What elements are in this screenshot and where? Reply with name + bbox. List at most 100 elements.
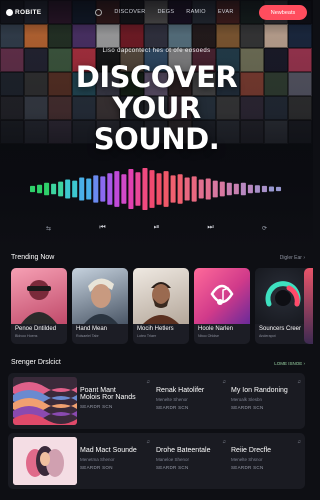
card-title: Souncers Creer (259, 326, 302, 332)
track-artist: Meroalk Slesbn (231, 397, 263, 402)
card-artist: Anderapot (259, 334, 276, 338)
track-artist: Menelte Shsnor (231, 457, 263, 462)
trending-card-partial[interactable] (304, 268, 313, 344)
trending-heading: Trending Now (11, 254, 55, 261)
waveform-bar (149, 170, 155, 208)
track-meta: SEARDR SCN (80, 404, 113, 409)
cta-button[interactable]: Newbeats (259, 5, 307, 20)
waveform-bar (156, 173, 162, 205)
card-title: Hoole Narlen (198, 326, 234, 332)
track-title: Poant Mant (80, 387, 116, 394)
nav-item-discover[interactable]: DISCOVER (114, 9, 145, 16)
track-title: Mad Mact Sounde (80, 447, 137, 454)
track-title: Reiie Drecfle (231, 447, 272, 454)
album-art (72, 268, 128, 324)
trending-card[interactable]: Mocih Hetlers Loteo Trlaer (133, 268, 189, 344)
music-note-icon: ♫ (146, 439, 150, 445)
trending-card[interactable]: Hoole Narlen Nboo Ohldse (194, 268, 250, 344)
waveform-bar (191, 176, 197, 202)
track-item[interactable]: Drohe Bateentale Maneloe Shenor SEARDR S… (156, 439, 230, 483)
waveform-bar (212, 180, 218, 198)
waveform-bar (79, 177, 85, 201)
track-item[interactable]: Renak Hatolifer Menelte Shenor SEARDR SC… (156, 379, 230, 423)
headline-line-3: SOUND. (93, 122, 220, 156)
album-art (11, 268, 67, 324)
previous-icon[interactable]: ⏮ (98, 224, 108, 232)
waveform-bar (86, 178, 92, 200)
card-title: Hand Mean (76, 326, 108, 332)
track-item[interactable]: My Ion Randoning Meroalk Slesbn SEARDR S… (231, 379, 305, 423)
logo[interactable]: ROBITE (6, 8, 42, 16)
trending-see-all-link[interactable]: Digler Ear › (280, 255, 305, 261)
waveform-bar (261, 185, 267, 193)
playlist-row[interactable]: Mad Mact Sounde Menetma Shenor SEARDR SO… (8, 433, 305, 489)
waveform-bar (254, 185, 260, 193)
track-title: Drohe Bateentale (156, 447, 211, 454)
music-note-icon: ♫ (297, 379, 301, 385)
card-artist: Loteo Trlaer (137, 334, 157, 338)
next-icon[interactable]: ⏭ (206, 224, 216, 232)
playlist-artwork (13, 437, 77, 485)
card-artist: Rolsaelel Tabr (76, 334, 99, 338)
waveform-bar (177, 174, 183, 204)
track-artist: Maneloe Shenor (156, 457, 190, 462)
card-title: Penoe Dntilded (15, 326, 57, 332)
shuffle-icon[interactable]: ⇆ (44, 225, 54, 232)
trending-card[interactable]: Souncers Creer Anderapot (255, 268, 311, 344)
waveform-bar (240, 182, 246, 196)
waveform-bar (135, 172, 141, 206)
globe-icon (95, 8, 103, 16)
waveform-bar (51, 183, 57, 195)
track-item[interactable]: Poant Mant Molois Ror Nands SEARDR SCN ♫ (80, 379, 154, 423)
track-meta: SEARDR SCN (231, 405, 264, 410)
nav-item-3[interactable]: RAMIO (186, 9, 206, 16)
track-meta: SEARDR SCN (231, 465, 264, 470)
waveform-bar (128, 169, 134, 209)
waveform-bar (184, 177, 190, 201)
waveform-bar (247, 184, 253, 194)
player-controls: ⇆ ⏮ ⏯ ⏭ ⟳ (0, 222, 313, 234)
music-note-icon: ♫ (222, 439, 226, 445)
waveform-bar (198, 179, 204, 199)
track-meta: SEARDR SON (80, 465, 113, 470)
waveform-bar (142, 168, 148, 210)
waveform-bar (100, 176, 106, 202)
logo-text: ROBITE (15, 8, 42, 16)
track-meta: SEARDR SCN (156, 405, 189, 410)
music-note-icon: ♫ (146, 379, 150, 385)
nav-item-4[interactable]: EVAR (218, 9, 234, 16)
album-art (194, 268, 250, 324)
audio-waveform (30, 168, 282, 210)
trending-card[interactable]: Hand Mean Rolsaelel Tabr (72, 268, 128, 344)
track-title: My Ion Randoning (231, 387, 288, 394)
album-art (255, 268, 311, 324)
waveform-bar (93, 175, 99, 203)
waveform-bar (233, 183, 239, 195)
waveform-bar (44, 182, 50, 196)
music-note-icon: ♫ (222, 379, 226, 385)
waveform-bar (107, 173, 113, 205)
track-meta: SEARDR SCN (156, 465, 189, 470)
track-artist: Menetma Shenor (80, 457, 115, 462)
play-pause-icon[interactable]: ⏯ (152, 224, 162, 232)
top-bar: ROBITE DISCOVER DEGS RAMIO EVAR Newbeats (0, 0, 313, 24)
waveform-bar (163, 171, 169, 207)
track-artist: Menelte Shenor (156, 397, 188, 402)
playlist-row[interactable]: Poant Mant Molois Ror Nands SEARDR SCN ♫… (8, 373, 305, 429)
album-art (133, 268, 189, 324)
waveform-bar (37, 184, 43, 194)
music-note-icon: ♫ (297, 439, 301, 445)
trending-card[interactable]: Penoe Dntilded Bldvoo Hoens (11, 268, 67, 344)
waveform-bar (226, 182, 232, 196)
playlist-see-all-link[interactable]: LOME ISNOE › (274, 361, 305, 366)
nav-item-2[interactable]: DEGS (158, 9, 175, 16)
hero-section: ROBITE DISCOVER DEGS RAMIO EVAR Newbeats… (0, 0, 313, 250)
track-item[interactable]: Mad Mact Sounde Menetma Shenor SEARDR SO… (80, 439, 154, 483)
logo-icon (6, 8, 13, 16)
waveform-bar (30, 185, 36, 193)
trending-cards: Penoe Dntilded Bldvoo Hoens Hand Mean Ro… (11, 268, 311, 344)
playlist-artwork (13, 377, 77, 425)
track-item[interactable]: Reiie Drecfle Menelte Shsnor SEARDR SCN … (231, 439, 305, 483)
playlist-heading: Srenger Drslcict (11, 359, 61, 366)
repeat-icon[interactable]: ⟳ (260, 225, 270, 232)
